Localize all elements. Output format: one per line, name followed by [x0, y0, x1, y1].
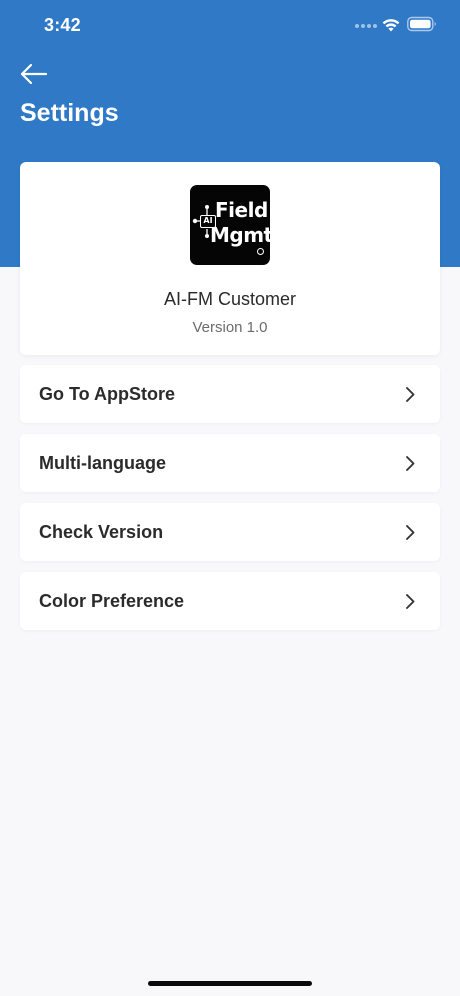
settings-item-label: Go To AppStore — [39, 384, 175, 404]
app-name: AI-FM Customer — [163, 289, 296, 309]
chevron-right-icon — [406, 387, 415, 402]
settings-item-color-preference[interactable]: Color Preference — [20, 572, 440, 630]
page-title: Settings — [20, 99, 119, 127]
app-logo: Field AI Mgmt — [190, 185, 273, 265]
app-version: Version 1.0 — [192, 319, 268, 336]
chevron-right-icon — [406, 456, 415, 471]
settings-item-label: Check Version — [39, 522, 164, 542]
arrow-left-icon — [20, 63, 48, 85]
settings-item-multi-language[interactable]: Multi-language — [20, 434, 440, 492]
logo-text-field: Field — [215, 198, 268, 222]
settings-item-go-to-appstore[interactable]: Go To AppStore — [20, 365, 440, 423]
status-time: 3:42 — [44, 15, 81, 35]
settings-item-label: Multi-language — [39, 453, 166, 473]
settings-screen: 3:42 Settings Field AI Mgmt AI-FM Custom… — [0, 0, 460, 996]
home-indicator[interactable] — [148, 981, 312, 986]
chevron-right-icon — [406, 525, 415, 540]
wifi-icon — [382, 19, 400, 32]
settings-list: Go To AppStore Multi-language Check Vers… — [20, 365, 440, 641]
chevron-right-icon — [406, 594, 415, 609]
app-info-card: Field AI Mgmt AI-FM Customer Version 1.0 — [20, 162, 440, 355]
battery-icon — [407, 16, 436, 32]
settings-item-label: Color Preference — [39, 591, 185, 611]
settings-item-check-version[interactable]: Check Version — [20, 503, 440, 561]
registered-mark-icon — [257, 248, 264, 255]
back-button[interactable] — [18, 60, 52, 88]
logo-text-mgmt: Mgmt — [210, 223, 273, 247]
status-bar: 3:42 — [0, 0, 460, 54]
signal-dots-icon — [355, 24, 377, 30]
